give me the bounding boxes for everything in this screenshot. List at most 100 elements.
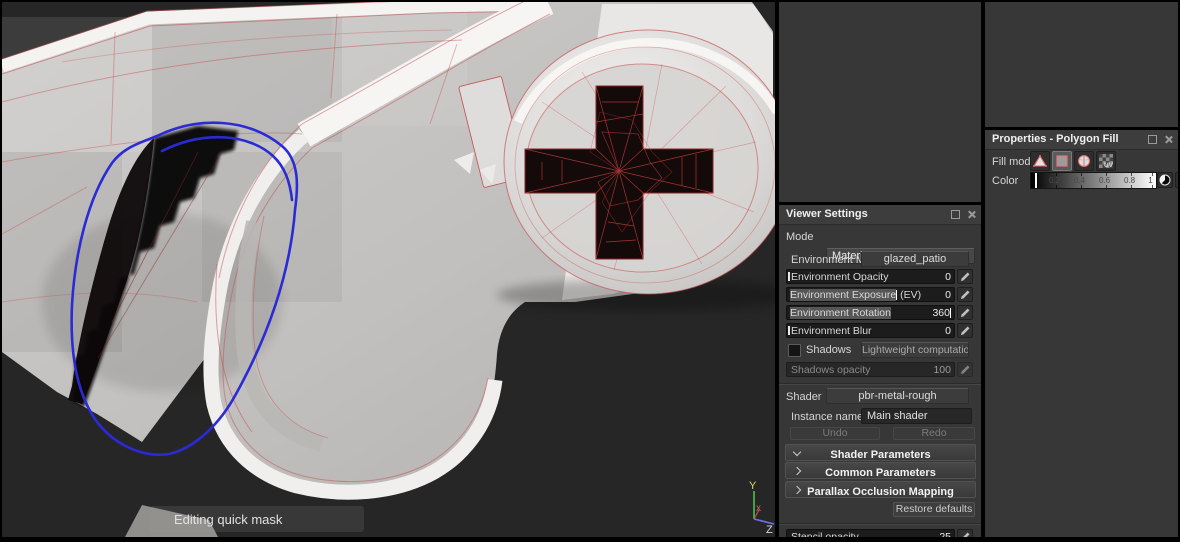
- text-cursor: [950, 308, 951, 318]
- env-opacity-label: Environment Opacity: [791, 271, 889, 283]
- status-message: Editing quick mask: [150, 506, 364, 532]
- viewport-canvas: Editing quick mask Y x Z: [0, 0, 797, 537]
- env-rotation-value: 360: [932, 307, 950, 319]
- axis-z-label: Z: [766, 524, 773, 536]
- shadows-mode-button[interactable]: Lightweight computation: [861, 342, 969, 358]
- section-parallax-occlusion[interactable]: Parallax Occlusion Mapping: [785, 481, 976, 498]
- env-blur-edit-button[interactable]: [957, 323, 973, 338]
- properties-title: Properties - Polygon Fill: [992, 133, 1119, 145]
- shadows-opacity-row: Shadows opacity 100: [786, 362, 973, 377]
- env-rotation-label: Environment Rotation: [790, 307, 891, 319]
- properties-titlebar[interactable]: Properties - Polygon Fill: [985, 130, 1178, 150]
- env-blur-slider[interactable]: Environment Blur 0: [786, 323, 955, 338]
- object-fill-icon: [1077, 154, 1091, 168]
- instance-name-label: Instance name: [791, 411, 864, 423]
- stencil-opacity-slider[interactable]: Stencil opacity 25: [786, 529, 955, 537]
- env-exposure-row: Environment Exposure (EV) 0: [786, 287, 973, 302]
- shadows-opacity-edit-button[interactable]: [957, 362, 973, 377]
- section-shader-parameters[interactable]: Shader Parameters: [785, 444, 976, 461]
- shader-label: Shader: [786, 391, 822, 403]
- mode-label: Mode: [786, 231, 814, 243]
- empty-dock-panel: [779, 2, 981, 202]
- env-exposure-label: Environment Exposure: [790, 289, 897, 301]
- redo-label: Redo: [921, 427, 947, 439]
- env-exposure-suffix: (EV): [897, 289, 922, 301]
- chevron-right-icon: [792, 485, 802, 495]
- pencil-icon: [960, 290, 969, 299]
- triangle-fill-icon: [1033, 154, 1047, 167]
- redo-button[interactable]: Redo: [893, 427, 975, 440]
- contrast-icon: [1159, 174, 1171, 186]
- chevron-down-icon: [792, 447, 802, 457]
- text-cursor: [788, 272, 790, 281]
- 3d-viewport[interactable]: Editing quick mask Y x Z: [0, 0, 797, 537]
- section-common-parameters[interactable]: Common Parameters: [785, 462, 976, 479]
- properties-window: Properties - Polygon Fill Fill mode UV C…: [985, 130, 1178, 537]
- close-icon[interactable]: [967, 210, 976, 219]
- empty-dock-panel: [985, 2, 1178, 127]
- axis-x-label: x: [756, 503, 761, 514]
- shadows-opacity-value: 100: [933, 364, 951, 376]
- instance-name-field[interactable]: Main shader: [861, 408, 972, 424]
- restore-defaults-label: Restore defaults: [895, 503, 973, 515]
- shadows-mode-value: Lightweight computation: [862, 344, 969, 356]
- close-icon[interactable]: [1164, 135, 1173, 144]
- uv-icon-label: UV: [1103, 162, 1113, 169]
- undo-label: Undo: [822, 427, 848, 439]
- shader-button[interactable]: pbr-metal-rough: [826, 388, 969, 404]
- fill-mode-object-button[interactable]: [1074, 151, 1094, 171]
- shadows-opacity-label: Shadows opacity: [791, 364, 871, 376]
- screw-boss: [503, 29, 793, 295]
- env-blur-label: Environment Blur: [791, 325, 872, 337]
- shadows-label: Shadows: [806, 344, 852, 356]
- undock-icon[interactable]: [1148, 135, 1157, 144]
- restore-defaults-button[interactable]: Restore defaults: [893, 502, 975, 517]
- fill-mode-triangle-button[interactable]: [1030, 151, 1050, 171]
- env-rotation-edit-button[interactable]: [957, 305, 973, 320]
- env-exposure-value: 0: [945, 289, 951, 301]
- envmap-button[interactable]: glazed_patio: [861, 251, 969, 267]
- env-exposure-edit-button[interactable]: [957, 287, 973, 302]
- section-label: Parallax Occlusion Mapping: [807, 486, 954, 498]
- pencil-icon: [960, 326, 969, 335]
- env-opacity-edit-button[interactable]: [957, 269, 973, 284]
- shadows-opacity-slider[interactable]: Shadows opacity 100: [786, 362, 955, 377]
- section-label: Shader Parameters: [830, 449, 931, 461]
- pencil-icon: [962, 532, 969, 537]
- env-opacity-value: 0: [945, 271, 951, 283]
- divider: [779, 523, 981, 525]
- color-gradient-slider[interactable]: 0.2 0.4 0.6 0.8 1: [1030, 172, 1157, 189]
- stencil-opacity-edit-button[interactable]: [957, 529, 973, 537]
- env-opacity-slider[interactable]: Environment Opacity 0: [786, 269, 955, 284]
- env-rotation-row: Environment Rotation 360: [786, 305, 973, 320]
- tick-label: 0.6: [1099, 176, 1111, 185]
- tick-label: 0.8: [1124, 176, 1136, 185]
- pencil-icon: [960, 308, 969, 317]
- viewer-settings-titlebar[interactable]: Viewer Settings: [779, 205, 981, 225]
- pencil-icon: [960, 272, 969, 281]
- envmap-value: glazed_patio: [883, 253, 947, 265]
- pencil-icon: [960, 365, 969, 374]
- color-edit-button[interactable]: [1175, 172, 1178, 188]
- shader-value: pbr-metal-rough: [858, 390, 937, 402]
- viewer-settings-window: Viewer Settings Mode Material Environmen…: [779, 205, 981, 537]
- env-opacity-row: Environment Opacity 0: [786, 269, 973, 284]
- status-text: Editing quick mask: [174, 512, 283, 527]
- undock-icon[interactable]: [951, 210, 960, 219]
- axis-y-label: Y: [749, 480, 757, 492]
- instance-name-value: Main shader: [867, 410, 928, 422]
- env-blur-value: 0: [945, 325, 951, 337]
- fill-mode-square-button[interactable]: [1052, 151, 1072, 171]
- divider: [779, 383, 981, 385]
- fill-mode-uv-button[interactable]: UV: [1096, 151, 1116, 171]
- uv-fill-icon: UV: [1099, 154, 1113, 169]
- env-blur-row: Environment Blur 0: [786, 323, 973, 338]
- section-label: Common Parameters: [825, 467, 936, 479]
- square-fill-icon: [1056, 155, 1068, 167]
- undo-button[interactable]: Undo: [790, 427, 880, 440]
- gradient-cursor[interactable]: [1035, 173, 1037, 188]
- color-contrast-button[interactable]: [1157, 172, 1173, 188]
- env-exposure-slider[interactable]: Environment Exposure (EV) 0: [786, 287, 955, 302]
- env-rotation-slider[interactable]: Environment Rotation 360: [786, 305, 955, 320]
- shadows-checkbox[interactable]: [788, 344, 801, 357]
